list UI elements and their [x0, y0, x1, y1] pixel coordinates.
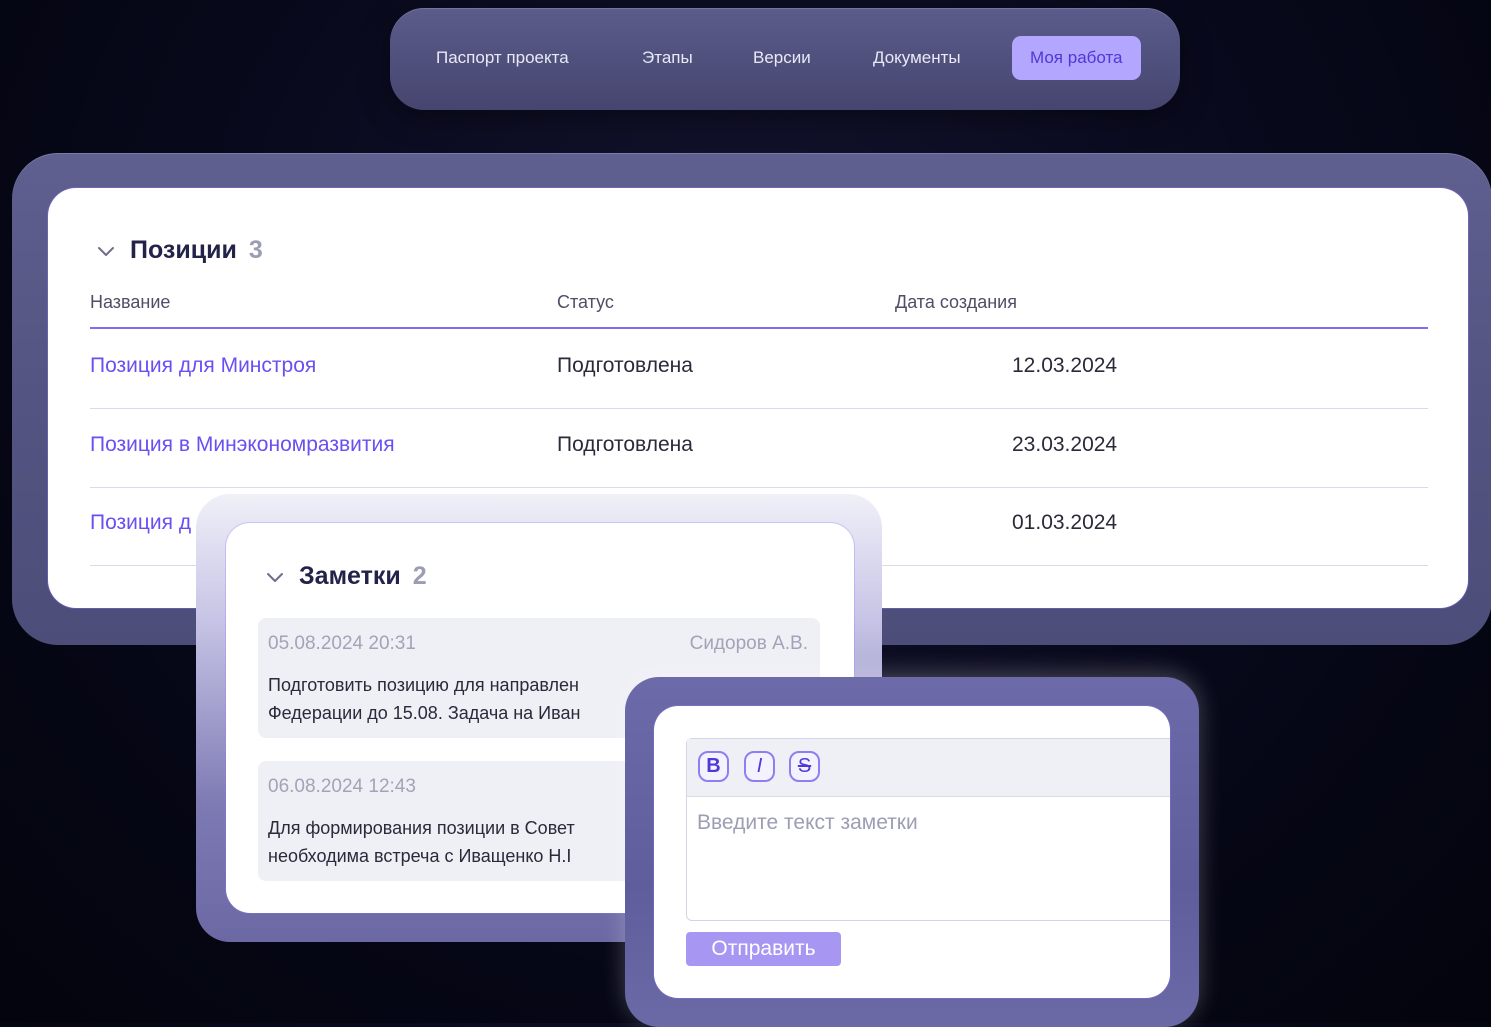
positions-title: Позиции: [130, 236, 237, 264]
chevron-down-icon[interactable]: [94, 239, 118, 263]
tab-versions[interactable]: Версии: [753, 36, 811, 80]
column-header-status[interactable]: Статус: [557, 292, 614, 313]
header-divider: [90, 327, 1428, 329]
row-1-status: Подготовлена: [557, 354, 693, 377]
tab-stages[interactable]: Этапы: [642, 36, 693, 80]
strikethrough-button[interactable]: S: [789, 751, 820, 782]
italic-button[interactable]: I: [744, 751, 775, 782]
note-editor[interactable]: B I S Введите текст заметки: [686, 738, 1170, 921]
note-editor-card: B I S Введите текст заметки Отправить: [654, 706, 1170, 998]
tab-documents[interactable]: Документы: [873, 36, 961, 80]
note-date: 06.08.2024 12:43: [268, 776, 416, 797]
tab-my-work[interactable]: Моя работа: [1012, 36, 1141, 80]
row-divider: [90, 487, 1428, 488]
row-1-name[interactable]: Позиция для Минстроя: [90, 354, 316, 378]
note-author: Сидоров А.В.: [689, 633, 808, 654]
row-2-date: 23.03.2024: [1012, 433, 1118, 456]
chevron-down-icon[interactable]: [263, 565, 287, 589]
row-2-status: Подготовлена: [557, 433, 693, 456]
notes-header[interactable]: Заметки 2: [263, 562, 427, 591]
row-3-date: 01.03.2024: [1012, 511, 1118, 534]
row-1-date: 12.03.2024: [1012, 354, 1118, 377]
positions-header[interactable]: Позиции 3: [94, 236, 263, 265]
row-2-name[interactable]: Позиция в Минэкономразвития: [90, 433, 395, 457]
bold-button[interactable]: B: [698, 751, 729, 782]
notes-title: Заметки: [299, 562, 401, 590]
editor-toolbar: B I S: [687, 739, 1170, 797]
send-button[interactable]: Отправить: [686, 932, 841, 966]
note-text-input[interactable]: Введите текст заметки: [697, 811, 918, 835]
row-divider: [90, 408, 1428, 409]
positions-count: 3: [248, 236, 263, 264]
column-header-date[interactable]: Дата создания: [895, 292, 1017, 313]
notes-count: 2: [412, 562, 427, 590]
note-date: 05.08.2024 20:31: [268, 633, 416, 654]
tab-project-passport[interactable]: Паспорт проекта: [436, 36, 569, 80]
column-header-name[interactable]: Название: [90, 292, 170, 313]
row-3-name[interactable]: Позиция д: [90, 511, 191, 535]
